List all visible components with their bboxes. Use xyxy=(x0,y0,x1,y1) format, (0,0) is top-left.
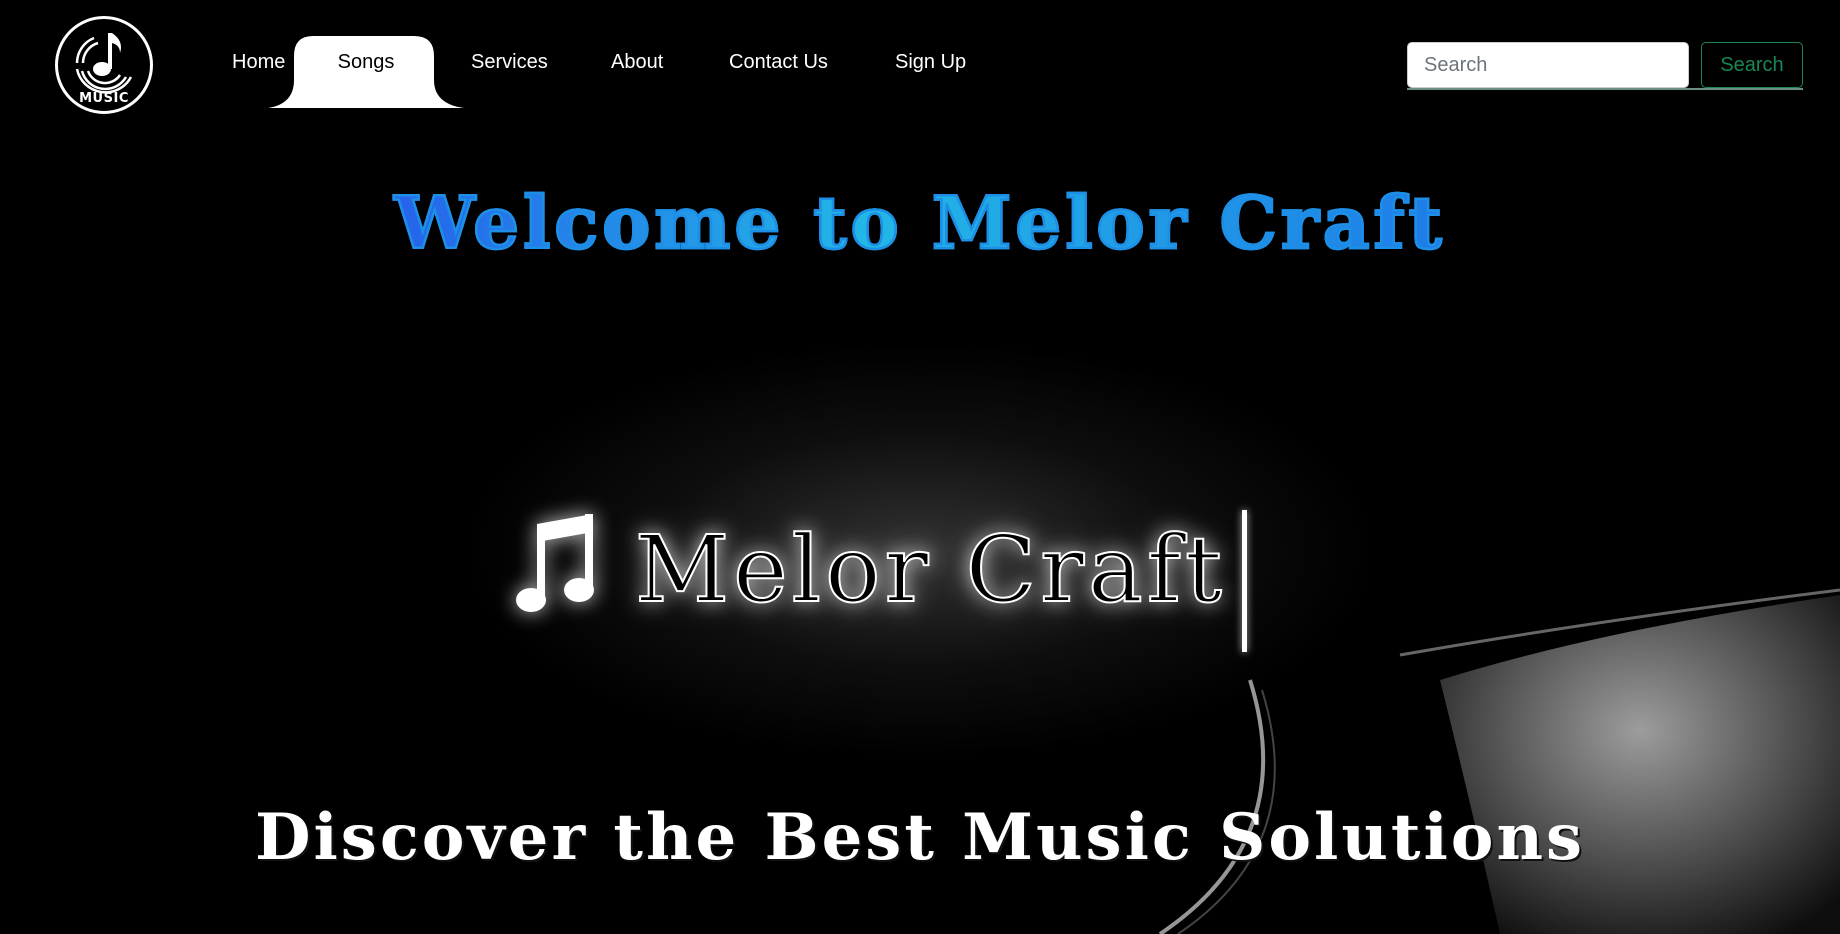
nav-about[interactable]: About xyxy=(611,36,663,92)
typing-cursor xyxy=(1242,510,1247,652)
nav-contact-us[interactable]: Contact Us xyxy=(729,36,828,92)
search-input[interactable] xyxy=(1407,42,1689,88)
nav-services[interactable]: Services xyxy=(471,36,548,92)
tagline-heading: Discover the Best Music Solutions xyxy=(254,800,1586,875)
navbar: MUSIC Home Songs Services About Contact … xyxy=(0,0,1840,120)
page: MUSIC Home Songs Services About Contact … xyxy=(0,0,1840,934)
nav-songs-label: Songs xyxy=(337,51,395,73)
nav-songs[interactable]: Songs xyxy=(268,36,464,108)
search-underline xyxy=(1407,88,1803,90)
nav-sign-up[interactable]: Sign Up xyxy=(895,36,966,92)
logo[interactable]: MUSIC xyxy=(55,16,153,114)
welcome-heading-text: Welcome to Melor Craft xyxy=(393,179,1446,267)
music-notes-icon xyxy=(516,514,594,612)
welcome-heading: Welcome to Melor Craft xyxy=(0,179,1840,267)
logo-text: MUSIC xyxy=(79,91,129,106)
search-button[interactable]: Search xyxy=(1701,42,1803,88)
hero-brand-text: Melor Craft xyxy=(634,515,1226,624)
